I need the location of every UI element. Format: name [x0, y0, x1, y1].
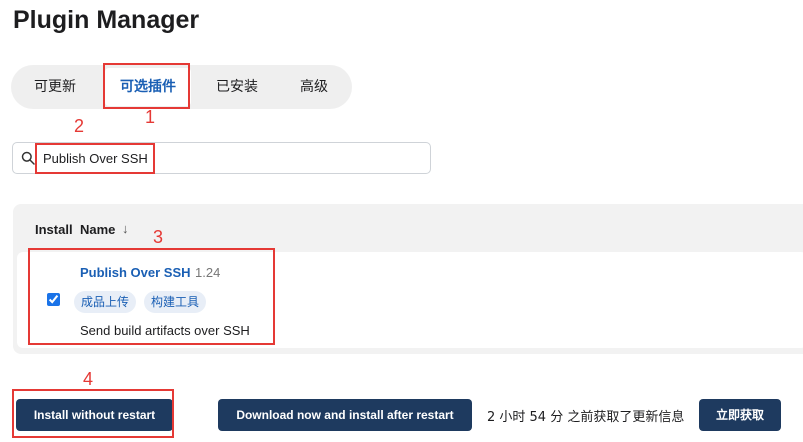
annotation-number-4: 4 [83, 369, 94, 389]
search-icon [21, 151, 35, 165]
download-and-install-button[interactable]: Download now and install after restart [218, 399, 472, 431]
plugin-name-link[interactable]: Publish Over SSH [80, 265, 191, 280]
tag-build-tools[interactable]: 构建工具 [144, 291, 207, 313]
page-title: Plugin Manager [13, 6, 200, 34]
tag-artifact-upload[interactable]: 成品上传 [74, 291, 137, 313]
search-box[interactable] [12, 142, 431, 174]
search-input[interactable] [43, 149, 423, 167]
tab-advanced[interactable]: 高级 [291, 65, 337, 109]
plugin-description: Send build artifacts over SSH [80, 323, 250, 338]
tab-updates[interactable]: 可更新 [25, 65, 85, 109]
column-header-install[interactable]: Install [35, 222, 73, 237]
tab-bar: 可更新 可选插件 已安装 高级 [11, 65, 352, 109]
install-checkbox[interactable] [47, 293, 60, 306]
install-without-restart-button[interactable]: Install without restart [16, 399, 173, 431]
column-header-name[interactable]: Name [80, 222, 115, 237]
tab-available[interactable]: 可选插件 [105, 68, 191, 106]
sort-down-icon[interactable]: ↓ [122, 221, 129, 236]
update-status-text: 2 小时 54 分 之前获取了更新信息 [487, 410, 685, 425]
plugin-version: 1.24 [195, 265, 221, 280]
annotation-number-3: 3 [153, 227, 164, 247]
tab-installed[interactable]: 已安装 [207, 65, 267, 109]
fetch-now-button[interactable]: 立即获取 [699, 399, 781, 431]
annotation-number-2: 2 [74, 116, 85, 136]
annotation-number-1: 1 [145, 107, 156, 127]
